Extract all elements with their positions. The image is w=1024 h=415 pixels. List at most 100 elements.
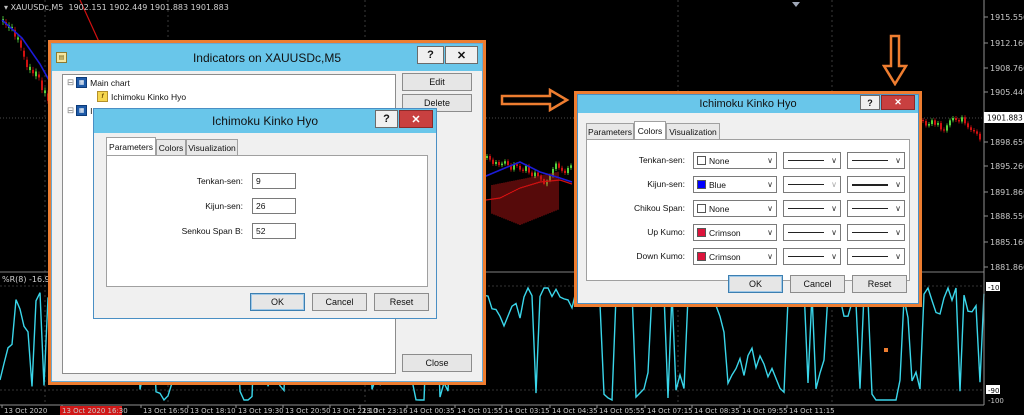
candle-body bbox=[952, 117, 954, 121]
edit-button[interactable]: Edit bbox=[402, 73, 472, 91]
color-row-label: Tenkan-sen: bbox=[638, 155, 685, 165]
time-tick-label: 13 Oct 2020 bbox=[4, 407, 47, 415]
line-style-select[interactable]: ∨ bbox=[783, 248, 841, 265]
line-style-select[interactable]: ∨ bbox=[783, 224, 841, 241]
candle-body bbox=[931, 120, 933, 125]
candle-body bbox=[38, 74, 40, 78]
candle-body bbox=[20, 40, 22, 48]
time-tick-label: 13 Oct 23:16 bbox=[362, 407, 408, 415]
candle-body bbox=[516, 164, 518, 166]
chevron-down-icon: ∨ bbox=[831, 204, 837, 213]
candle-body bbox=[555, 163, 557, 169]
line-width-sample bbox=[852, 183, 888, 186]
indicator-tick-label: -10 bbox=[988, 284, 999, 292]
color-name: Crimson bbox=[709, 227, 741, 238]
reset-button[interactable]: Reset bbox=[852, 275, 907, 293]
price-tick-label: 1881.860 bbox=[990, 263, 1024, 272]
time-axis[interactable]: 13 Oct 2020 13 Oct 2020 16:30 13 Oct 16:50… bbox=[1, 405, 835, 415]
indicator-tick-label: -100 bbox=[988, 397, 1004, 405]
candle-body bbox=[26, 59, 28, 68]
line-style-sample bbox=[788, 208, 824, 209]
chevron-down-icon: ∨ bbox=[767, 228, 773, 237]
price-tick-label: 1895.260 bbox=[990, 162, 1024, 171]
tenkan-sen-label: Tenkan-sen: bbox=[196, 176, 243, 186]
dialog-close-button[interactable]: ✕ bbox=[445, 46, 478, 64]
ok-button[interactable]: OK bbox=[728, 275, 783, 293]
candle-body bbox=[922, 120, 924, 122]
app-icon: ▤ bbox=[56, 52, 67, 63]
tab-visualization[interactable]: Visualization bbox=[186, 139, 238, 155]
chevron-down-icon: ∨ bbox=[895, 228, 901, 237]
color-select[interactable]: None ∨ bbox=[693, 200, 777, 217]
color-select[interactable]: Crimson ∨ bbox=[693, 248, 777, 265]
candle-body bbox=[955, 117, 957, 121]
parameters-dialog-titlebar[interactable]: Ichimoku Kinko Hyo ? ✕ bbox=[94, 109, 436, 133]
line-style-select[interactable]: ∨ bbox=[783, 152, 841, 169]
price-tick-label: 1898.650 bbox=[990, 138, 1024, 147]
chevron-down-icon: ∨ bbox=[831, 228, 837, 237]
symbol-header: ▾ XAUUSDc,M5 1902.151 1902.449 1901.883 … bbox=[4, 3, 229, 12]
line-width-select[interactable]: ∨ bbox=[847, 248, 905, 265]
candle-body bbox=[537, 172, 539, 177]
time-tick-label: 14 Oct 03:15 bbox=[504, 407, 550, 415]
cancel-button[interactable]: Cancel bbox=[312, 293, 367, 311]
price-tick-label: 1912.160 bbox=[990, 39, 1024, 48]
close-button[interactable]: Close bbox=[402, 354, 472, 372]
color-select[interactable]: Crimson ∨ bbox=[693, 224, 777, 241]
ok-button[interactable]: OK bbox=[250, 293, 305, 311]
tab-parameters[interactable]: Parameters bbox=[106, 137, 156, 155]
ichimoku-colors-dialog[interactable]: Ichimoku Kinko Hyo ? ✕ Parameters Colors… bbox=[574, 91, 922, 307]
candle-body bbox=[558, 163, 560, 168]
candle-body bbox=[525, 165, 527, 171]
candle-body bbox=[501, 163, 503, 166]
tab-parameters[interactable]: Parameters bbox=[586, 123, 634, 139]
indicators-dialog-titlebar[interactable]: ▤ Indicators on XAUUSDc,M5 ? ✕ bbox=[52, 44, 482, 71]
senkou-span-b-input[interactable]: 52 bbox=[252, 223, 296, 239]
indicator-tick-label: -90 bbox=[988, 387, 999, 395]
help-button[interactable]: ? bbox=[417, 46, 444, 64]
line-style-select[interactable]: ∨ bbox=[783, 200, 841, 217]
help-button[interactable]: ? bbox=[375, 110, 398, 128]
tab-colors[interactable]: Colors bbox=[634, 121, 666, 139]
line-width-select[interactable]: ∨ bbox=[847, 200, 905, 217]
candle-body bbox=[23, 50, 25, 57]
line-width-select[interactable]: ∨ bbox=[847, 176, 905, 193]
dialog-close-button[interactable]: ✕ bbox=[399, 110, 433, 128]
candle-body bbox=[519, 165, 521, 170]
color-select[interactable]: None ∨ bbox=[693, 152, 777, 169]
help-button[interactable]: ? bbox=[860, 95, 880, 110]
line-width-select[interactable]: ∨ bbox=[847, 224, 905, 241]
color-name: Blue bbox=[709, 179, 727, 190]
dialog-close-button[interactable]: ✕ bbox=[881, 95, 915, 110]
line-width-sample bbox=[852, 256, 888, 257]
colors-dialog-titlebar[interactable]: Ichimoku Kinko Hyo ? ✕ bbox=[578, 95, 918, 113]
kijun-sen-input[interactable]: 26 bbox=[252, 198, 296, 214]
cancel-button[interactable]: Cancel bbox=[790, 275, 845, 293]
tenkan-sen-input[interactable]: 9 bbox=[252, 173, 296, 189]
candle-body bbox=[961, 117, 963, 122]
candle-body bbox=[964, 117, 966, 124]
line-width-select[interactable]: ∨ bbox=[847, 152, 905, 169]
tree-item-main-chart[interactable]: ⊟ ▦ Main chart bbox=[67, 77, 130, 88]
candle-body bbox=[925, 121, 927, 126]
chevron-down-icon: ∨ bbox=[895, 204, 901, 213]
candle-body bbox=[934, 120, 936, 125]
candle-body bbox=[979, 133, 981, 140]
tab-colors[interactable]: Colors bbox=[156, 139, 186, 155]
time-tick-label: 14 Oct 11:15 bbox=[789, 407, 835, 415]
tab-visualization[interactable]: Visualization bbox=[666, 123, 720, 139]
tree-item-ichimoku[interactable]: f Ichimoku Kinko Hyo bbox=[97, 91, 186, 102]
line-style-sample bbox=[788, 256, 824, 257]
line-style-select[interactable]: ∨ bbox=[783, 176, 841, 193]
candle-body bbox=[973, 129, 975, 132]
color-swatch bbox=[697, 156, 706, 165]
parameters-dialog-title: Ichimoku Kinko Hyo bbox=[211, 114, 319, 128]
candle-body bbox=[570, 165, 572, 168]
candle-body bbox=[507, 161, 509, 166]
price-tick-label: 1891.860 bbox=[990, 188, 1024, 197]
reset-button[interactable]: Reset bbox=[374, 293, 429, 311]
color-select[interactable]: Blue ∨ bbox=[693, 176, 777, 193]
colors-dialog-title: Ichimoku Kinko Hyo bbox=[699, 98, 797, 110]
ichimoku-parameters-dialog[interactable]: Ichimoku Kinko Hyo ? ✕ Parameters Colors… bbox=[93, 108, 437, 319]
candle-body bbox=[949, 120, 951, 126]
